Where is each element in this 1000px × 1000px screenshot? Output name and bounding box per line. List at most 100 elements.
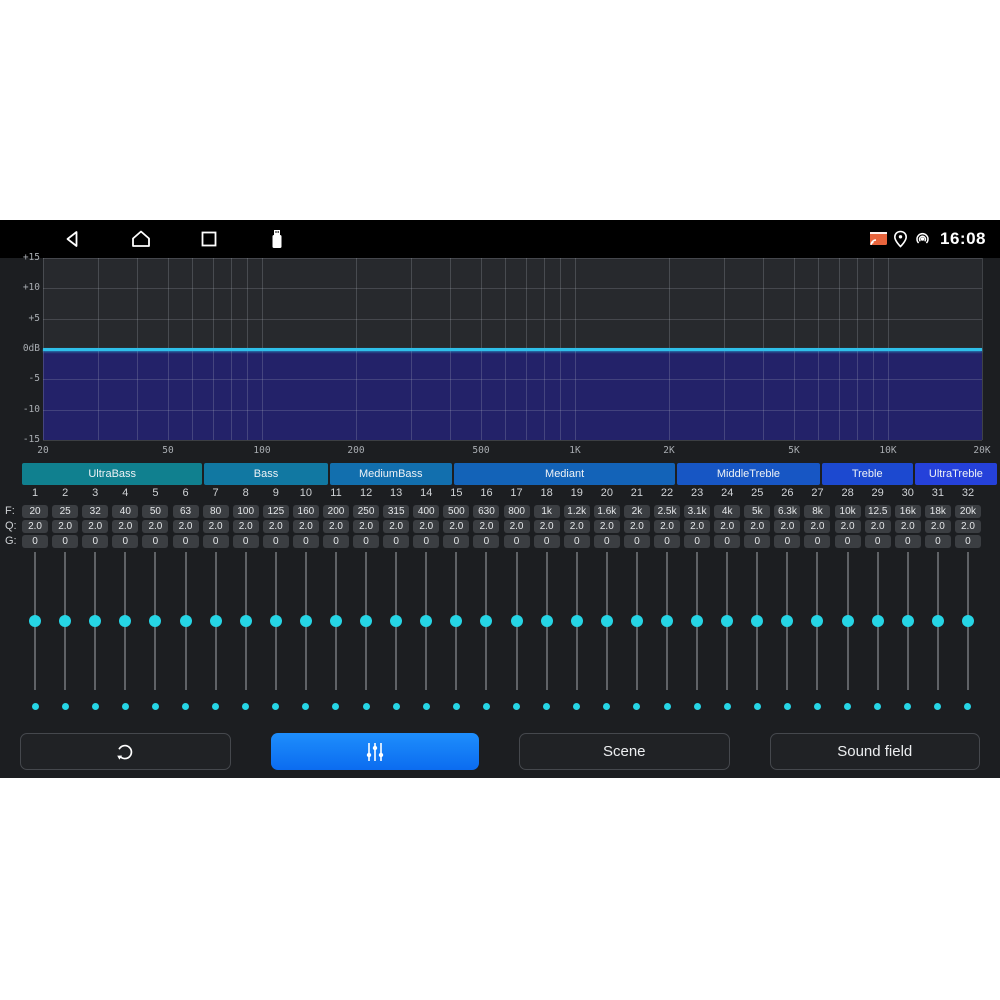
slider-handle[interactable]: [210, 615, 222, 627]
slider-handle[interactable]: [420, 615, 432, 627]
slider-handle[interactable]: [842, 615, 854, 627]
freq-value-box[interactable]: 16k: [895, 505, 921, 518]
freq-value-box[interactable]: 8k: [804, 505, 830, 518]
gain-value-box[interactable]: 0: [22, 535, 48, 548]
q-value-box[interactable]: 2.0: [263, 520, 289, 533]
slider-handle[interactable]: [541, 615, 553, 627]
freq-value-box[interactable]: 18k: [925, 505, 951, 518]
freq-value-box[interactable]: 1.2k: [564, 505, 590, 518]
freq-value-box[interactable]: 160: [293, 505, 319, 518]
band-dot[interactable]: [573, 703, 580, 710]
band-dot[interactable]: [423, 703, 430, 710]
slider-handle[interactable]: [721, 615, 733, 627]
q-value-box[interactable]: 2.0: [293, 520, 319, 533]
freq-value-box[interactable]: 630: [473, 505, 499, 518]
q-value-box[interactable]: 2.0: [744, 520, 770, 533]
band-dot[interactable]: [363, 703, 370, 710]
band-dot[interactable]: [32, 703, 39, 710]
gain-value-box[interactable]: 0: [774, 535, 800, 548]
slider-handle[interactable]: [691, 615, 703, 627]
freq-value-box[interactable]: 80: [203, 505, 229, 518]
gain-value-box[interactable]: 0: [534, 535, 560, 548]
band-dot[interactable]: [122, 703, 129, 710]
gain-slider[interactable]: [20, 552, 50, 690]
gain-slider[interactable]: [802, 552, 832, 690]
gain-slider[interactable]: [321, 552, 351, 690]
freq-value-box[interactable]: 20k: [955, 505, 981, 518]
gain-slider[interactable]: [682, 552, 712, 690]
slider-handle[interactable]: [330, 615, 342, 627]
band-dot[interactable]: [62, 703, 69, 710]
slider-handle[interactable]: [29, 615, 41, 627]
band-dot[interactable]: [694, 703, 701, 710]
band-dot[interactable]: [272, 703, 279, 710]
gain-slider[interactable]: [742, 552, 772, 690]
q-value-box[interactable]: 2.0: [804, 520, 830, 533]
equalizer-button[interactable]: [271, 733, 480, 770]
freq-value-box[interactable]: 1k: [534, 505, 560, 518]
gain-value-box[interactable]: 0: [804, 535, 830, 548]
gain-value-box[interactable]: 0: [413, 535, 439, 548]
band-group-bass[interactable]: Bass: [204, 463, 327, 485]
band-dot[interactable]: [302, 703, 309, 710]
gain-value-box[interactable]: 0: [564, 535, 590, 548]
gain-slider[interactable]: [140, 552, 170, 690]
slider-handle[interactable]: [450, 615, 462, 627]
slider-handle[interactable]: [601, 615, 613, 627]
gain-slider[interactable]: [231, 552, 261, 690]
slider-handle[interactable]: [270, 615, 282, 627]
q-value-box[interactable]: 2.0: [142, 520, 168, 533]
q-value-box[interactable]: 2.0: [173, 520, 199, 533]
slider-handle[interactable]: [59, 615, 71, 627]
freq-value-box[interactable]: 6.3k: [774, 505, 800, 518]
gain-slider[interactable]: [502, 552, 532, 690]
q-value-box[interactable]: 2.0: [714, 520, 740, 533]
slider-handle[interactable]: [300, 615, 312, 627]
gain-value-box[interactable]: 0: [955, 535, 981, 548]
freq-value-box[interactable]: 3.1k: [684, 505, 710, 518]
gain-value-box[interactable]: 0: [82, 535, 108, 548]
gain-slider[interactable]: [532, 552, 562, 690]
gain-slider[interactable]: [50, 552, 80, 690]
slider-handle[interactable]: [480, 615, 492, 627]
freq-value-box[interactable]: 2k: [624, 505, 650, 518]
band-group-treble[interactable]: Treble: [822, 463, 913, 485]
gain-value-box[interactable]: 0: [173, 535, 199, 548]
band-dot[interactable]: [844, 703, 851, 710]
freq-value-box[interactable]: 20: [22, 505, 48, 518]
freq-value-box[interactable]: 400: [413, 505, 439, 518]
gain-value-box[interactable]: 0: [52, 535, 78, 548]
freq-value-box[interactable]: 63: [173, 505, 199, 518]
freq-value-box[interactable]: 100: [233, 505, 259, 518]
q-value-box[interactable]: 2.0: [925, 520, 951, 533]
band-dot[interactable]: [874, 703, 881, 710]
sound-field-button[interactable]: Sound field: [770, 733, 981, 770]
freq-value-box[interactable]: 200: [323, 505, 349, 518]
slider-handle[interactable]: [511, 615, 523, 627]
gain-value-box[interactable]: 0: [353, 535, 379, 548]
band-group-ultrabass[interactable]: UltraBass: [22, 463, 202, 485]
gain-slider[interactable]: [411, 552, 441, 690]
q-value-box[interactable]: 2.0: [22, 520, 48, 533]
band-dot[interactable]: [543, 703, 550, 710]
q-value-box[interactable]: 2.0: [955, 520, 981, 533]
gain-value-box[interactable]: 0: [744, 535, 770, 548]
freq-value-box[interactable]: 500: [443, 505, 469, 518]
q-value-box[interactable]: 2.0: [473, 520, 499, 533]
freq-value-box[interactable]: 40: [112, 505, 138, 518]
slider-handle[interactable]: [390, 615, 402, 627]
q-value-box[interactable]: 2.0: [413, 520, 439, 533]
slider-handle[interactable]: [781, 615, 793, 627]
slider-handle[interactable]: [240, 615, 252, 627]
slider-handle[interactable]: [360, 615, 372, 627]
q-value-box[interactable]: 2.0: [203, 520, 229, 533]
gain-slider[interactable]: [110, 552, 140, 690]
gain-slider[interactable]: [923, 552, 953, 690]
band-dot[interactable]: [92, 703, 99, 710]
gain-slider[interactable]: [471, 552, 501, 690]
gain-slider[interactable]: [772, 552, 802, 690]
scene-button[interactable]: Scene: [519, 733, 730, 770]
q-value-box[interactable]: 2.0: [82, 520, 108, 533]
q-value-box[interactable]: 2.0: [835, 520, 861, 533]
freq-value-box[interactable]: 2.5k: [654, 505, 680, 518]
